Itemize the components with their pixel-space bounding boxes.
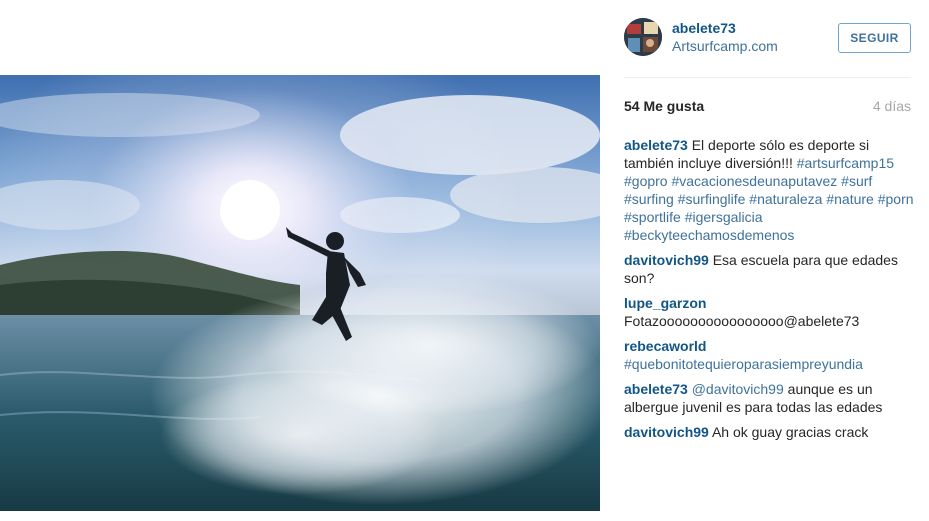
comment-username[interactable]: davitovich99 (624, 252, 709, 268)
comment-text: Ah ok guay gracias crack (711, 424, 869, 440)
comment-hashtag[interactable]: #quebonitotequieroparasiempreyundia (624, 356, 863, 372)
comment: abelete73 @davitovich99 aunque es un alb… (624, 380, 914, 416)
avatar-image (624, 18, 662, 56)
hashtag[interactable]: #sportlife (624, 209, 681, 225)
likes-count[interactable]: 54 Me gusta (624, 98, 704, 114)
post-author-username[interactable]: abelete73 (672, 20, 736, 36)
hashtag[interactable]: #gopro (624, 173, 668, 189)
post-photo[interactable] (0, 75, 600, 511)
caption-username[interactable]: abelete73 (624, 137, 688, 153)
hashtag[interactable]: #surfing (624, 191, 674, 207)
comment-username[interactable]: davitovich99 (624, 424, 709, 440)
hashtag[interactable]: #surf (841, 173, 872, 189)
hashtag[interactable]: #nature (826, 191, 873, 207)
follow-button[interactable]: SEGUIR (838, 23, 911, 53)
hashtag[interactable]: #beckyteechamosdemenos (624, 227, 794, 243)
comment-text: Fotazoooooooooooooooo@abelete73 (624, 313, 860, 329)
surf-photo-illustration (0, 75, 600, 511)
caption: abelete73 El deporte sólo es deporte si … (624, 136, 914, 244)
comment: rebecaworld #quebonitotequieroparasiempr… (624, 337, 914, 373)
comment-mention[interactable]: @davitovich99 (692, 381, 784, 397)
hashtag[interactable]: #surfinglife (678, 191, 746, 207)
hashtag[interactable]: #porn (878, 191, 914, 207)
comment-username[interactable]: abelete73 (624, 381, 688, 397)
hashtag[interactable]: #artsurfcamp15 (797, 155, 894, 171)
hashtag[interactable]: #igersgalicia (685, 209, 763, 225)
location-link[interactable]: Artsurfcamp.com (672, 38, 778, 54)
comment-username[interactable]: lupe_garzon (624, 295, 706, 311)
comment: lupe_garzon Fotazoooooooooooooooo@abelet… (624, 294, 914, 330)
comments-list: abelete73 El deporte sólo es deporte si … (624, 136, 914, 448)
post-header: abelete73 Artsurfcamp.com SEGUIR (624, 18, 911, 78)
likes-row: 54 Me gusta 4 días (624, 98, 911, 116)
post-timestamp[interactable]: 4 días (873, 98, 911, 114)
avatar[interactable] (624, 18, 662, 56)
hashtag[interactable]: #vacacionesdeunaputavez (671, 173, 837, 189)
hashtag[interactable]: #naturaleza (749, 191, 822, 207)
comment: davitovich99 Ah ok guay gracias crack (624, 423, 914, 441)
comment: davitovich99 Esa escuela para que edades… (624, 251, 914, 287)
post-details-panel: abelete73 Artsurfcamp.com SEGUIR 54 Me g… (600, 0, 929, 521)
comment-username[interactable]: rebecaworld (624, 338, 706, 354)
